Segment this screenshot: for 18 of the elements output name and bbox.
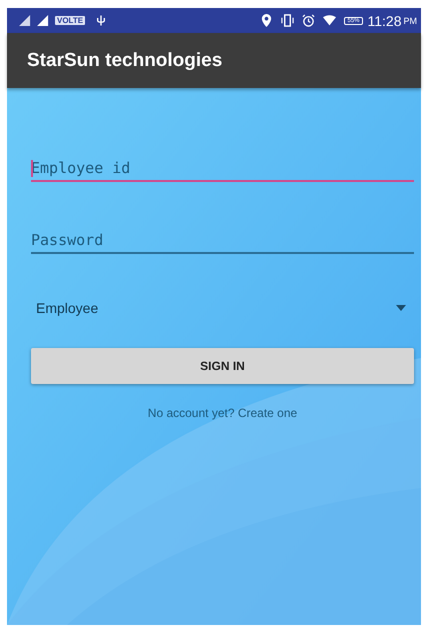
app-title: StarSun technologies: [27, 50, 222, 72]
location-pin-icon: [260, 14, 274, 27]
clock-meridiem: PM: [404, 16, 417, 26]
role-dropdown[interactable]: Employee: [31, 296, 414, 320]
input-field[interactable]: Employee id: [31, 156, 414, 182]
signal-icon: [19, 15, 32, 26]
clock-time: 11:28: [368, 12, 402, 28]
volte-badge: VOLTE: [55, 16, 86, 25]
wifi-icon: [323, 14, 336, 27]
text-cursor: [31, 160, 33, 177]
caret-icon: [396, 305, 406, 311]
vibrate-icon: [281, 14, 294, 27]
sign-in-button[interactable]: SIGN IN: [31, 348, 414, 384]
usb-icon: [96, 14, 106, 27]
signal-icon: [37, 15, 50, 26]
create-account-link[interactable]: No account yet? Create one: [148, 406, 298, 420]
alarm-clock-icon: [302, 14, 316, 27]
input-field[interactable]: Password: [31, 228, 414, 254]
